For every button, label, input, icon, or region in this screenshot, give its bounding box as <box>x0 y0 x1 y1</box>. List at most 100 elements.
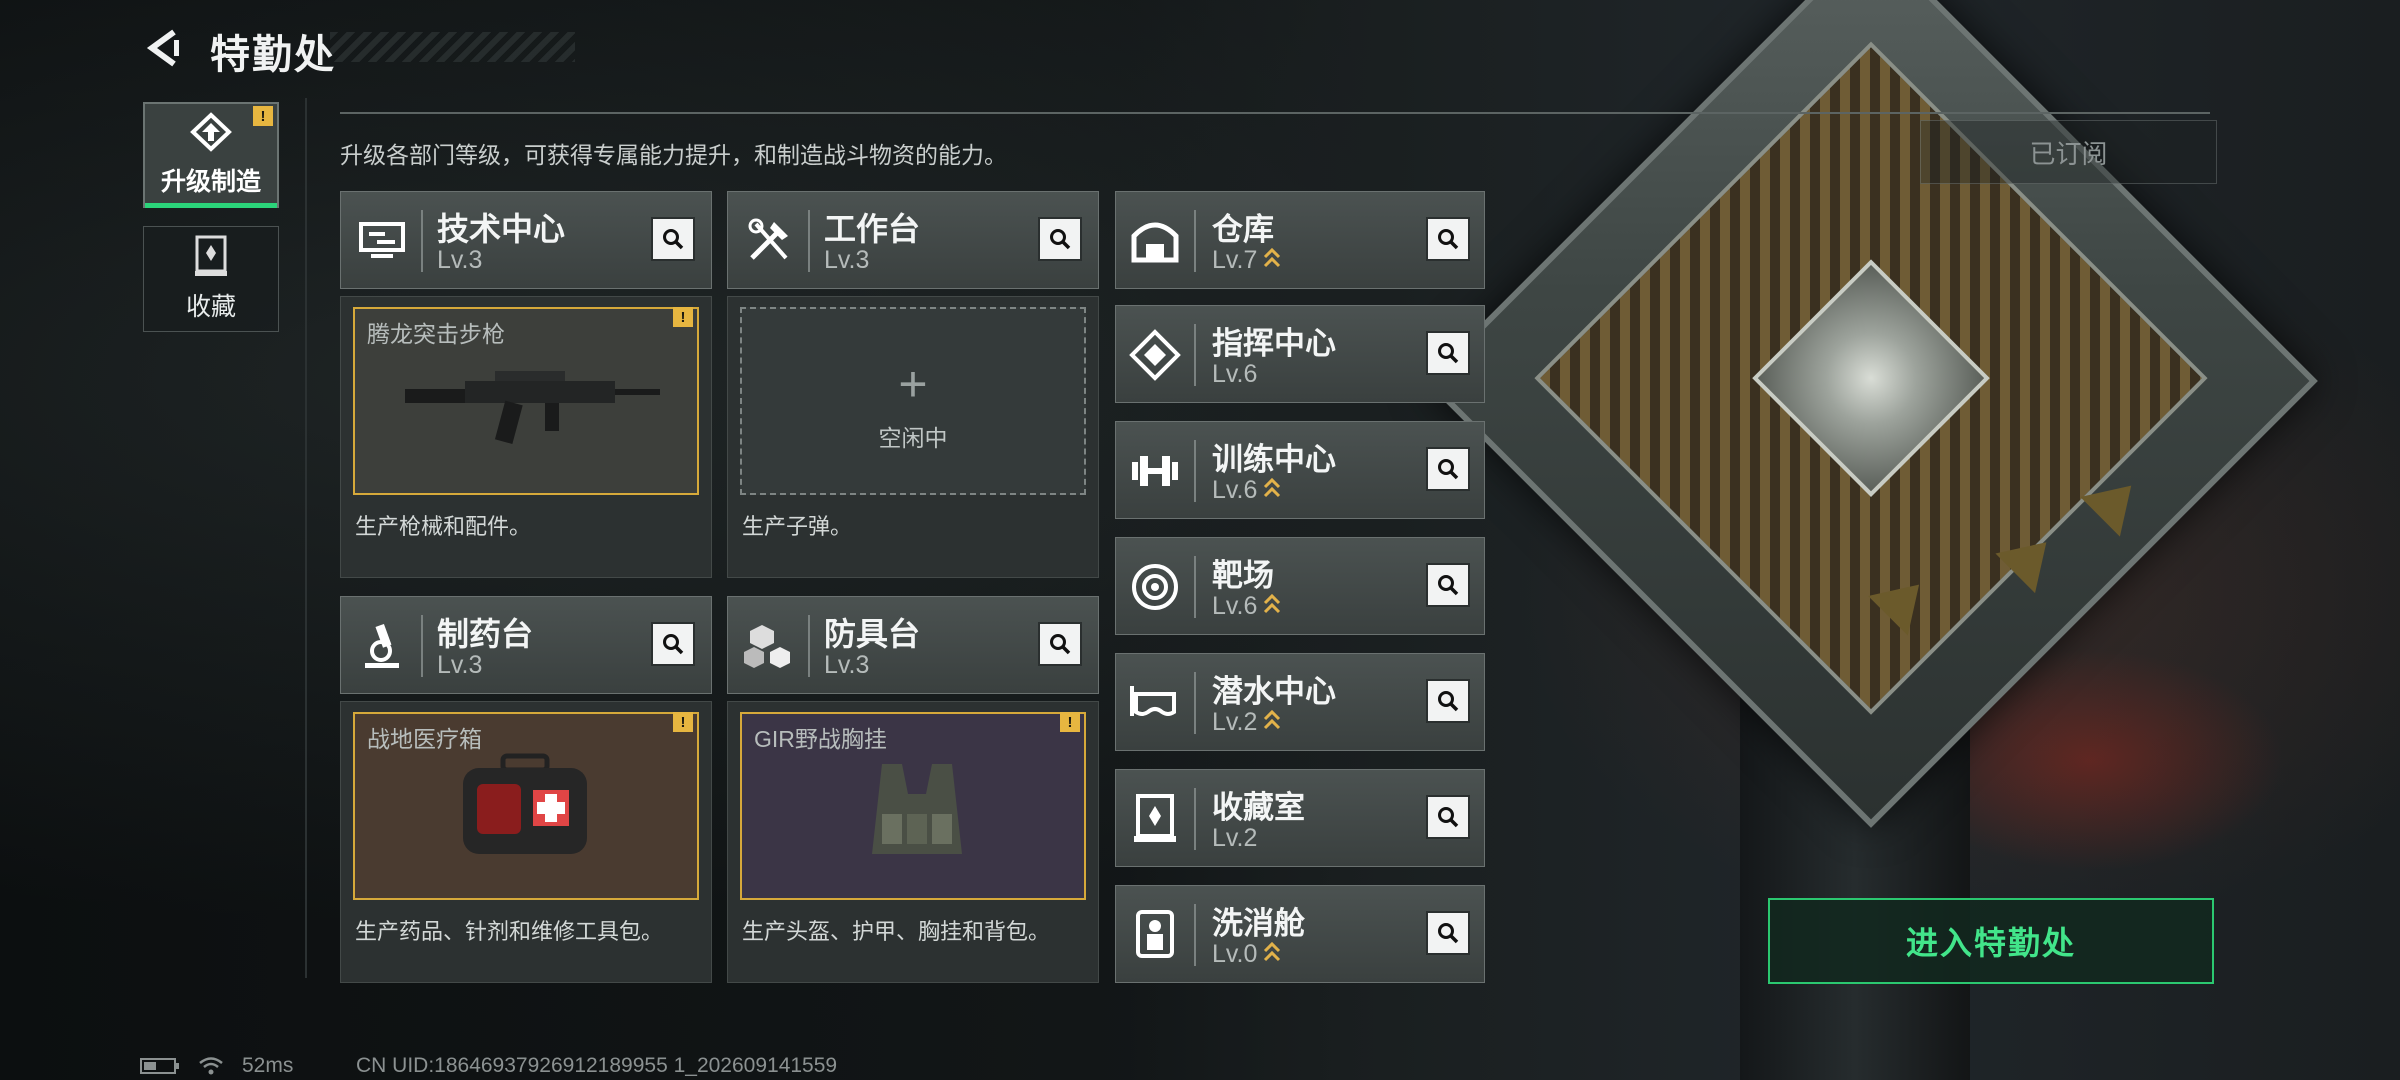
workstation-pharmacy[interactable]: 制药台 Lv.3 <box>340 596 712 694</box>
upgrade-arrow-icon <box>1263 709 1281 738</box>
medkit-image <box>463 753 587 854</box>
facility-level: Lv.6 <box>1212 360 1258 388</box>
workstation-level: Lv.3 <box>824 651 870 679</box>
subscribed-button[interactable]: 已订阅 <box>1920 120 2217 184</box>
divider <box>1194 672 1196 734</box>
search-icon <box>1050 634 1071 655</box>
search-icon <box>1438 807 1459 828</box>
search-button[interactable] <box>1038 622 1082 666</box>
facility-level: Lv.7 <box>1212 246 1281 276</box>
workstation-workbench[interactable]: 工作台 Lv.3 <box>727 191 1099 289</box>
workstation-description: 生产子弹。 <box>742 514 853 539</box>
facility-level: Lv.6 <box>1212 476 1281 506</box>
search-icon <box>1438 459 1459 480</box>
divider <box>340 112 2210 114</box>
tab-collection[interactable]: 收藏 <box>143 226 279 332</box>
upgrade-arrow-icon <box>1263 941 1281 970</box>
facility-warehouse[interactable]: 仓库 Lv.7 <box>1115 191 1485 289</box>
search-icon <box>1438 923 1459 944</box>
warning-badge: ! <box>673 307 693 327</box>
idle-label: 空闲中 <box>878 425 948 451</box>
back-button[interactable] <box>142 26 186 70</box>
workstation-level: Lv.3 <box>824 246 870 274</box>
item-name: GIR野战胸挂 <box>754 726 887 752</box>
battery-icon <box>140 1057 180 1075</box>
item-name: 腾龙突击步枪 <box>367 321 505 347</box>
upgrade-arrow-icon <box>1263 593 1281 622</box>
user-uid: CN UID:18646937926912189955 1_2026091415… <box>356 1054 838 1077</box>
facility-name: 仓库 <box>1212 212 1274 247</box>
tech-monitor-icon <box>359 222 405 258</box>
search-button[interactable] <box>1038 217 1082 261</box>
add-icon: + <box>898 356 928 412</box>
divider <box>1194 210 1196 272</box>
facility-name: 潜水中心 <box>1212 674 1336 709</box>
search-icon <box>663 229 684 250</box>
title-decoration <box>330 32 575 62</box>
production-slot[interactable]: GIR野战胸挂 ! <box>740 712 1086 900</box>
upgrade-arrow-icon <box>1263 477 1281 506</box>
search-button[interactable] <box>1426 795 1470 839</box>
divider <box>1194 556 1196 618</box>
facility-collection-room[interactable]: 收藏室 Lv.2 <box>1115 769 1485 867</box>
facility-level: Lv.2 <box>1212 708 1281 738</box>
search-button[interactable] <box>651 622 695 666</box>
warning-badge: ! <box>253 106 273 126</box>
divider <box>1194 788 1196 850</box>
warning-badge: ! <box>673 712 693 732</box>
workstation-armor-panel[interactable]: GIR野战胸挂 ! 生产头盔、护甲、胸挂和背包。 <box>727 701 1099 983</box>
divider <box>808 210 810 272</box>
upgrade-arrow-icon <box>1263 247 1281 276</box>
target-icon <box>1132 564 1178 610</box>
command-icon <box>1129 329 1181 381</box>
search-button[interactable] <box>1426 563 1470 607</box>
tab-label: 收藏 <box>185 293 236 321</box>
search-button[interactable] <box>1426 911 1470 955</box>
divider <box>421 615 423 677</box>
workstation-level: Lv.3 <box>437 651 483 679</box>
production-slot[interactable]: 战地医疗箱 ! <box>353 712 699 900</box>
search-button[interactable] <box>1426 447 1470 491</box>
search-button[interactable] <box>1426 217 1470 261</box>
collection-icon <box>195 235 227 276</box>
facility-diving-center[interactable]: 潜水中心 Lv.2 <box>1115 653 1485 751</box>
production-slot-empty[interactable]: + 空闲中 <box>740 307 1086 495</box>
tab-upgrade-craft[interactable]: ! 升级制造 <box>143 102 279 208</box>
item-name: 战地医疗箱 <box>367 726 482 752</box>
workstation-level: Lv.3 <box>437 246 483 274</box>
search-button[interactable] <box>1426 679 1470 723</box>
rifle-image <box>405 371 660 444</box>
divider <box>421 210 423 272</box>
workstation-workbench-panel[interactable]: + 空闲中 生产子弹。 <box>727 296 1099 578</box>
workstation-description: 生产药品、针剂和维修工具包。 <box>355 919 664 944</box>
workstation-pharmacy-panel[interactable]: 战地医疗箱 ! 生产药品、针剂和维修工具包。 <box>340 701 712 983</box>
facility-training-center[interactable]: 训练中心 Lv.6 <box>1115 421 1485 519</box>
facility-command-center[interactable]: 指挥中心 Lv.6 <box>1115 305 1485 403</box>
page-title: 特勤处 <box>210 33 336 77</box>
divider <box>1194 324 1196 386</box>
workstation-armor[interactable]: 防具台 Lv.3 <box>727 596 1099 694</box>
facility-level: Lv.2 <box>1212 824 1258 852</box>
facility-name: 训练中心 <box>1212 442 1336 477</box>
workstation-tech-center-panel[interactable]: 腾龙突击步枪 ! 生产枪械和配件。 <box>340 296 712 578</box>
facility-decontamination[interactable]: 洗消舱 Lv.0 <box>1115 885 1485 983</box>
production-slot[interactable]: 腾龙突击步枪 ! <box>353 307 699 495</box>
workstation-tech-center[interactable]: 技术中心 Lv.3 <box>340 191 712 289</box>
workstation-name: 制药台 <box>437 616 534 652</box>
back-arrow-icon <box>146 29 179 67</box>
divider <box>808 615 810 677</box>
status-bar: 52ms <box>140 1052 311 1080</box>
warning-badge: ! <box>1060 712 1080 732</box>
search-icon <box>1438 691 1459 712</box>
search-button[interactable] <box>1426 331 1470 375</box>
search-button[interactable] <box>651 217 695 261</box>
search-icon <box>1438 575 1459 596</box>
tab-label: 升级制造 <box>160 168 261 196</box>
enter-special-ops-button[interactable]: 进入特勤处 <box>1768 898 2214 984</box>
divider <box>305 98 307 978</box>
workstation-name: 防具台 <box>824 616 921 652</box>
ping-value: 52ms <box>242 1054 294 1077</box>
upgrade-icon <box>190 112 232 152</box>
facility-shooting-range[interactable]: 靶场 Lv.6 <box>1115 537 1485 635</box>
facility-name: 指挥中心 <box>1212 326 1336 361</box>
